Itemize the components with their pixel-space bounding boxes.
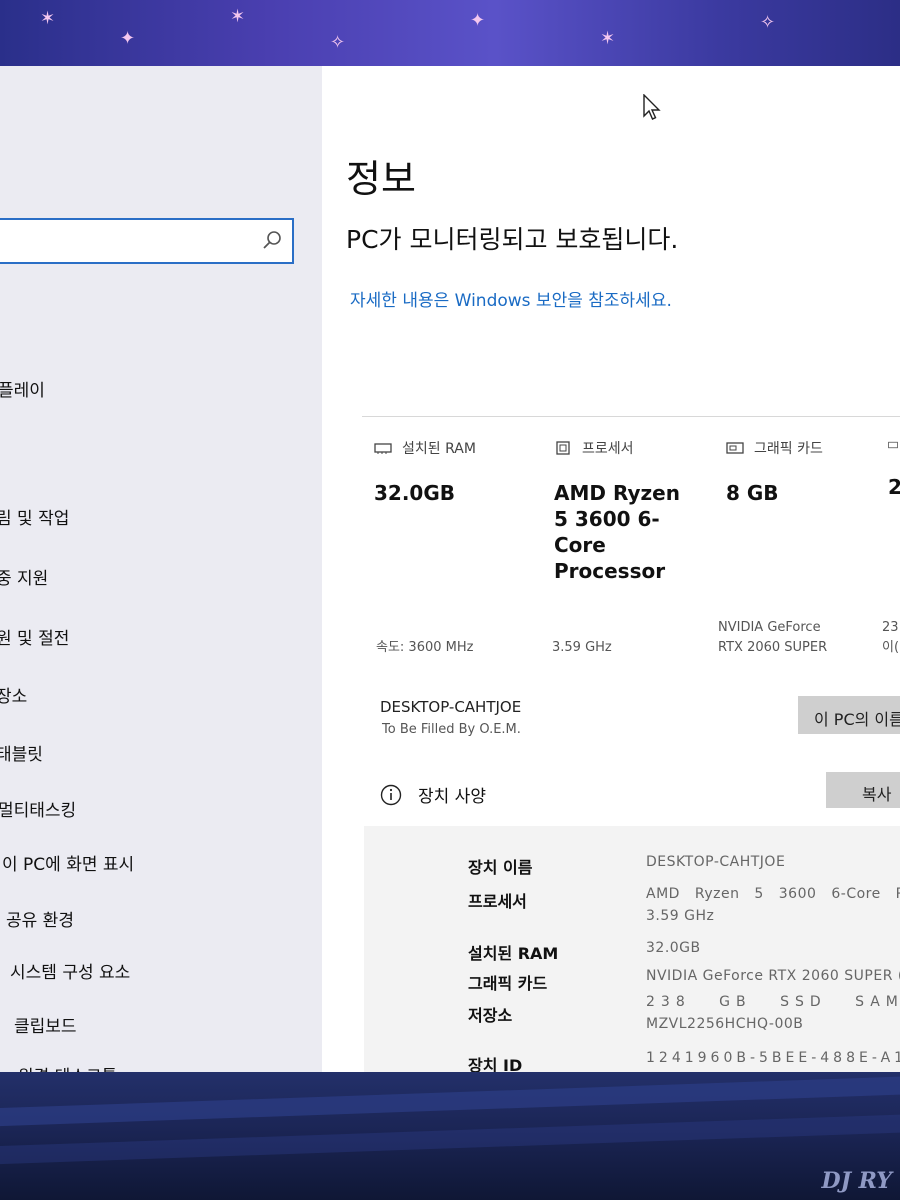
sidebar-item-clipboard[interactable]: 클립보드 [14,1012,77,1037]
spec-card-ram: 설치된 RAM 32.0GB [374,438,524,506]
desktop-wallpaper-top: ✶ ✦ ✶ ✧ ✦ ✶ ✧ [0,0,900,72]
spec-row-label: 그래픽 카드 [468,974,548,993]
protection-status: PC가 모니터링되고 보호됩니다. [346,225,679,254]
spec-row-value: 238 GB SSD SAMSUN [646,994,900,1010]
storage-icon [888,441,898,449]
firework-sparkle: ✶ [40,8,56,29]
divider [362,416,900,417]
spec-value: 2 [888,475,900,499]
sidebar-item-notifications[interactable]: 림 및 작업 [0,504,69,529]
storage-size: 23 [882,620,899,635]
graphics-card-icon [726,442,744,454]
graphics-name: NVIDIA GeForce RTX 2060 SUPER [718,620,828,655]
processor-speed: 3.59 GHz [552,640,612,655]
about-page: 정보 PC가 모니터링되고 보호됩니다. 자세한 내용은 Windows 보안을… [322,66,900,1074]
wallpaper-brand-text: DJ RY [821,1168,892,1194]
spec-row-value: AMD Ryzen 5 3600 6-Core Proces [646,886,900,902]
processor-icon [556,441,570,455]
sidebar-item-project-to-pc[interactable]: 이 PC에 화면 표시 [2,850,134,875]
spec-card-graphics: 그래픽 카드 8 GB [726,438,876,506]
sidebar-item-power-sleep[interactable]: 원 및 절전 [0,624,69,649]
spec-heading: 그래픽 카드 [754,441,823,457]
spec-value: AMD Ryzen 5 3600 6-Core Processor [554,481,680,583]
settings-sidebar: 플레이 림 및 작업 중 지원 원 및 절전 장소 태블릿 멀티태스킹 이 PC… [0,66,322,1074]
spec-card-processor: 프로세서 AMD Ryzen 5 3600 6-Core Processor [554,438,694,584]
spec-row-value: MZVL2256HCHQ-00B [646,1016,804,1032]
spec-row-value: 32.0GB [646,940,701,956]
mouse-cursor-icon [643,94,661,120]
spec-row-value: NVIDIA GeForce RTX 2060 SUPER (8 GB) [646,968,900,984]
sidebar-item-shared-experiences[interactable]: 공유 환경 [6,906,74,931]
pc-name: DESKTOP-CAHTJOE [380,698,522,716]
spec-row-label: 장치 이름 [468,858,533,877]
device-specs-header[interactable]: 장치 사양 [380,782,486,807]
pc-model: To Be Filled By O.E.M. [382,722,521,737]
spec-row-label: 장치 ID [468,1056,523,1074]
firework-sparkle: ✦ [120,28,136,49]
spec-heading: 설치된 RAM [402,441,476,457]
device-specs-panel: 장치 이름 DESKTOP-CAHTJOE 프로세서 AMD Ryzen 5 3… [364,826,900,1074]
spec-row-value: 3.59 GHz [646,908,715,924]
spec-heading: 프로세서 [582,441,634,457]
sidebar-item-system-components[interactable]: 시스템 구성 요소 [10,958,130,983]
spec-value: 32.0GB [374,481,456,505]
section-title: 장치 사양 [418,787,486,807]
spec-row-label: 저장소 [468,1006,513,1025]
spec-value: 8 GB [726,481,779,505]
firework-sparkle: ✦ [470,10,486,31]
settings-window: 플레이 림 및 작업 중 지원 원 및 절전 장소 태블릿 멀티태스킹 이 PC… [0,66,900,1074]
firework-sparkle: ✶ [600,28,616,49]
sidebar-item-focus-assist[interactable]: 중 지원 [0,564,48,589]
firework-sparkle: ✶ [230,6,246,27]
spec-row-label: 설치된 RAM [468,944,559,963]
spec-row-label: 프로세서 [468,892,527,911]
ram-icon [374,443,392,454]
sidebar-item-storage[interactable]: 장소 [0,682,27,707]
copy-button[interactable]: 복사 [826,772,900,808]
firework-sparkle: ✧ [330,32,346,53]
sidebar-item-display[interactable]: 플레이 [0,376,45,401]
desktop-wallpaper-bottom: DJ RY [0,1072,900,1200]
info-icon [380,784,402,805]
windows-security-link[interactable]: 자세한 내용은 Windows 보안을 참조하세요. [350,286,672,311]
spec-row-value: 1241960B-5BEE-488E-A14F- [646,1050,900,1066]
spec-card-storage: 2 [888,438,900,500]
page-title: 정보 [346,157,416,201]
ram-speed: 속도: 3600 MHz [376,640,474,655]
sidebar-item-multitasking[interactable]: 멀티태스킹 [0,796,76,821]
rename-pc-button[interactable]: 이 PC의 이름 [798,696,900,734]
spec-row-value: DESKTOP-CAHTJOE [646,854,786,870]
settings-search-box[interactable] [0,218,294,264]
search-icon[interactable] [262,230,282,250]
sidebar-item-tablet[interactable]: 태블릿 [0,740,43,765]
firework-sparkle: ✧ [760,12,776,33]
storage-type: 이( [882,640,900,655]
